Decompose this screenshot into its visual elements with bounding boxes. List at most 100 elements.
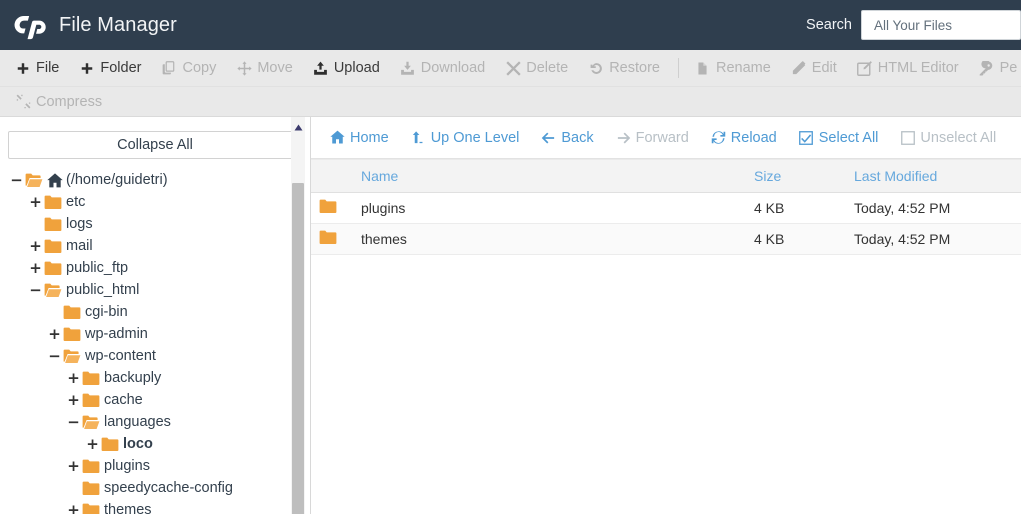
tree-node-themes[interactable]: + themes: [0, 499, 310, 514]
nav-home-button[interactable]: Home: [319, 126, 400, 150]
expand-toggle-icon[interactable]: +: [67, 392, 80, 408]
tree-node-label: mail: [66, 238, 93, 254]
expand-toggle-icon[interactable]: +: [67, 502, 80, 514]
collapse-toggle-icon[interactable]: −: [67, 414, 80, 430]
caret-up-icon[interactable]: [291, 121, 305, 133]
tree-node-backuply[interactable]: + backuply: [0, 367, 310, 389]
tree-node-loco[interactable]: + loco: [0, 433, 310, 455]
tree-node-logs[interactable]: logs: [0, 213, 310, 235]
home-icon: [330, 130, 345, 145]
restore-icon: [588, 60, 604, 76]
tree-node-homeguidetri[interactable]: − (/home/guidetri): [0, 169, 310, 191]
file-manager-app: File Manager Search All Your Files File F…: [0, 0, 1021, 514]
collapse-all-button[interactable]: Collapse All: [8, 131, 302, 159]
nav-up-one-level-button[interactable]: Up One Level: [400, 126, 531, 150]
search-scope-select[interactable]: All Your Files: [861, 10, 1021, 40]
up-arrow-icon: [411, 130, 426, 145]
toolbar-item-label: Move: [257, 60, 293, 76]
column-header-size[interactable]: Size: [746, 159, 846, 193]
checkbox-empty-icon: [900, 130, 915, 145]
tree-node-wp-admin[interactable]: + wp-admin: [0, 323, 310, 345]
toolbar-edit-button: Edit: [782, 57, 848, 79]
folder-open-icon: [63, 349, 81, 363]
row-size-cell: 4 KB: [746, 192, 846, 224]
folder-icon: [82, 481, 100, 495]
folder-open-icon: [44, 283, 62, 297]
collapse-toggle-icon[interactable]: −: [29, 282, 42, 298]
tree-node-languages[interactable]: − languages: [0, 411, 310, 433]
checkbox-checked-icon: [799, 130, 814, 145]
arrow-right-icon: [616, 130, 631, 145]
app-header: File Manager Search All Your Files: [0, 0, 1021, 50]
table-row[interactable]: themes 4 KB Today, 4:52 PM: [311, 223, 1021, 255]
cpanel-logo-icon: [14, 10, 48, 40]
nav-item-label: Forward: [635, 129, 689, 146]
toolbar-item-label: Restore: [609, 60, 660, 76]
arrow-left-icon: [541, 130, 556, 145]
tree-node-wp-content[interactable]: − wp-content: [0, 345, 310, 367]
tree-node-label: languages: [104, 414, 171, 430]
toolbar-item-label: Delete: [526, 60, 569, 76]
toolbar-row-secondary: Compress: [0, 86, 1021, 116]
expand-toggle-icon[interactable]: +: [29, 260, 42, 276]
expand-toggle-icon[interactable]: +: [67, 458, 80, 474]
expand-toggle-icon[interactable]: +: [29, 238, 42, 254]
row-name-cell[interactable]: plugins: [353, 192, 746, 224]
row-icon-cell: [311, 192, 353, 224]
expand-toggle-icon[interactable]: +: [29, 194, 42, 210]
folder-open-icon: [82, 415, 100, 429]
nav-reload-button[interactable]: Reload: [700, 126, 788, 150]
row-icon-cell: [311, 223, 353, 255]
nav-item-label: Back: [561, 129, 594, 146]
collapse-toggle-icon[interactable]: −: [48, 348, 61, 364]
scrollbar-thumb[interactable]: [292, 183, 304, 514]
nav-select-all-button[interactable]: Select All: [788, 126, 890, 150]
toolbar-item-label: Rename: [715, 60, 771, 76]
expand-toggle-icon[interactable]: +: [67, 370, 80, 386]
expand-toggle-icon[interactable]: +: [86, 436, 99, 452]
nav-item-label: Reload: [730, 129, 777, 146]
column-header-icon: [311, 159, 353, 193]
toolbar-file-button[interactable]: File: [6, 57, 70, 79]
tree-node-label: plugins: [104, 458, 150, 474]
tree-node-speedycache-config[interactable]: speedycache-config: [0, 477, 310, 499]
toolbar-item-label: Edit: [811, 60, 837, 76]
row-name-cell[interactable]: themes: [353, 223, 746, 255]
folder-icon: [319, 230, 337, 248]
tree-node-etc[interactable]: + etc: [0, 191, 310, 213]
directory-tree: − (/home/guidetri) + etc logs + mail + public_ft…: [0, 169, 310, 514]
table-row[interactable]: plugins 4 KB Today, 4:52 PM: [311, 192, 1021, 224]
nav-back-button[interactable]: Back: [530, 126, 604, 150]
toolbar-rename-button: Rename: [686, 57, 782, 79]
folder-icon: [82, 459, 100, 473]
tree-node-plugins[interactable]: + plugins: [0, 455, 310, 477]
nav-forward-button: Forward: [605, 126, 700, 150]
collapse-toggle-icon[interactable]: −: [10, 172, 23, 188]
sidebar-scrollbar[interactable]: [291, 117, 305, 514]
directory-tree-sidebar: Collapse All − (/home/guidetri) + etc logs + m…: [0, 117, 311, 514]
toolbar-item-label: Upload: [333, 60, 380, 76]
column-header-name[interactable]: Name: [353, 159, 746, 193]
pencil-icon: [791, 60, 807, 76]
tree-node-label: logs: [66, 216, 93, 232]
toolbar-row-primary: File Folder Copy Move Upload Download Delete Re…: [0, 50, 1021, 86]
move-icon: [236, 60, 252, 76]
column-header-modified[interactable]: Last Modified: [846, 159, 1021, 193]
toolbar-upload-button[interactable]: Upload: [304, 57, 391, 79]
tree-node-cache[interactable]: + cache: [0, 389, 310, 411]
tree-node-public_ftp[interactable]: + public_ftp: [0, 257, 310, 279]
tree-node-cgi-bin[interactable]: cgi-bin: [0, 301, 310, 323]
folder-icon: [44, 261, 62, 275]
file-list-panel: Home Up One Level Back Forward Reload Select …: [311, 117, 1021, 514]
upload-icon: [313, 60, 329, 76]
toolbar-separator: [677, 58, 679, 78]
expand-toggle-icon[interactable]: +: [48, 326, 61, 342]
toolbar-html-editor-button: HTML Editor: [848, 57, 970, 79]
tree-node-public_html[interactable]: − public_html: [0, 279, 310, 301]
toolbar-folder-button[interactable]: Folder: [70, 57, 152, 79]
tree-node-label: (/home/guidetri): [66, 172, 168, 188]
tree-node-mail[interactable]: + mail: [0, 235, 310, 257]
search-label: Search: [806, 17, 852, 33]
toolbar-download-button: Download: [391, 57, 497, 79]
tree-node-label: backuply: [104, 370, 162, 386]
